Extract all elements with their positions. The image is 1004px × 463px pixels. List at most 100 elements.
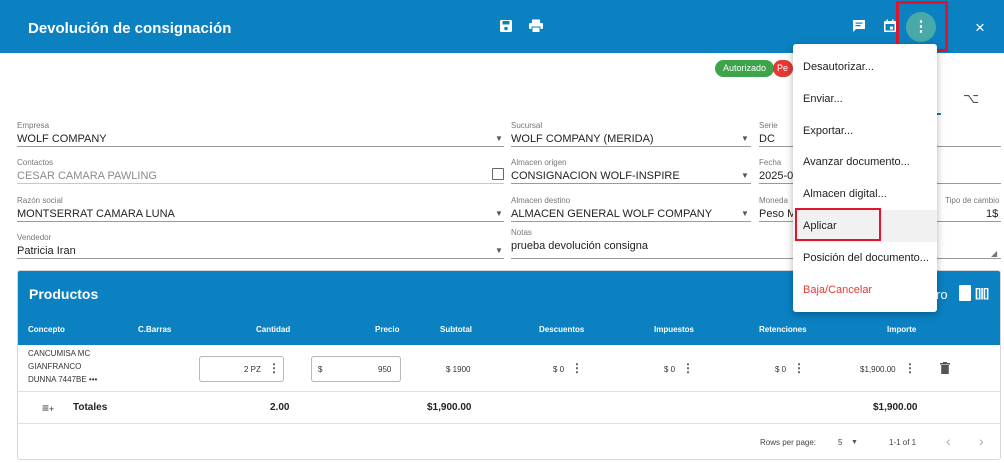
contactos-label: Contactos <box>17 158 54 167</box>
concepto-line-2: GIANFRANCO <box>28 362 82 371</box>
fecha-field[interactable]: 2025-0 <box>759 170 793 182</box>
almacen-destino-dropdown-icon[interactable]: ▼ <box>741 209 749 218</box>
notas-label: Notas <box>511 228 532 237</box>
sucursal-field[interactable]: WOLF COMPANY (MERIDA) <box>511 133 654 145</box>
almacen-destino-underline <box>511 221 751 222</box>
cantidad-value: 2 PZ <box>244 365 261 374</box>
serie-field[interactable]: DC <box>759 133 775 145</box>
vendedor-underline <box>17 258 504 259</box>
precio-currency: $ <box>318 365 323 374</box>
edit-contact-icon[interactable] <box>492 168 504 180</box>
next-page-icon[interactable]: › <box>979 433 984 449</box>
menu-item-exportar[interactable]: Exportar... <box>793 115 937 147</box>
col-retenciones: Retenciones <box>759 325 807 334</box>
notes-icon[interactable] <box>850 19 868 33</box>
menu-item-almacen-digital[interactable]: Almacen digital... <box>793 178 937 210</box>
concepto-line-1: CANCUMISA MC <box>28 349 91 358</box>
razon-social-dropdown-icon[interactable]: ▼ <box>495 209 503 218</box>
descuentos-value: $ 0 <box>553 365 565 374</box>
totals-importe: $1,900.00 <box>873 402 918 413</box>
textarea-resize-icon[interactable]: ◢ <box>991 249 997 258</box>
menu-item-enviar[interactable]: Enviar... <box>793 83 937 115</box>
page-title: Devolución de consignación <box>28 20 232 37</box>
subtotal-value: $ 1900 <box>446 365 471 374</box>
totals-subtotal: $1,900.00 <box>427 402 472 413</box>
delete-icon[interactable] <box>940 362 950 374</box>
moneda-label: Moneda <box>759 196 788 205</box>
notas-field[interactable]: prueba devolución consigna <box>511 240 648 252</box>
tipo-cambio-label: Tipo de cambio <box>945 196 1000 205</box>
tipo-cambio-field[interactable]: 1$ <box>986 208 998 220</box>
cantidad-options-icon[interactable]: ⋮ <box>268 361 280 375</box>
status-badge-authorized: Autorizado <box>715 60 775 77</box>
empresa-label: Empresa <box>17 121 50 130</box>
barcode-scan-icon[interactable]: [|||] <box>975 286 989 300</box>
menu-item-posicion-documento[interactable]: Posición del documento... <box>793 242 937 274</box>
vendedor-dropdown-icon[interactable]: ▼ <box>495 246 503 255</box>
totals-separator <box>18 423 1000 424</box>
row-separator <box>18 391 1000 392</box>
almacen-origen-dropdown-icon[interactable]: ▼ <box>741 171 749 180</box>
sucursal-dropdown-icon[interactable]: ▼ <box>741 134 749 143</box>
almacen-origen-underline <box>511 183 751 184</box>
menu-item-desautorizar[interactable]: Desautorizar... <box>793 51 937 83</box>
impuestos-value: $ 0 <box>664 365 676 374</box>
menu-item-avanzar-documento[interactable]: Avanzar documento... <box>793 146 937 178</box>
status-badge-pending: Pe <box>773 60 793 77</box>
import-excel-icon[interactable] <box>959 285 971 301</box>
almacen-destino-field[interactable]: ALMACEN GENERAL WOLF COMPANY <box>511 208 712 220</box>
rows-per-page-dropdown-icon[interactable]: ▼ <box>851 439 858 446</box>
col-concepto: Concepto <box>28 325 65 334</box>
print-icon[interactable] <box>527 19 545 33</box>
importe-value: $1,900.00 <box>860 365 896 374</box>
razon-social-underline <box>17 221 504 222</box>
precio-value: 950 <box>378 365 392 374</box>
vendedor-field[interactable]: Patricia Iran <box>17 245 76 257</box>
products-title-cut: ro <box>936 287 948 302</box>
totals-label: Totales <box>73 402 108 413</box>
vendedor-label: Vendedor <box>17 233 52 242</box>
empresa-field[interactable]: WOLF COMPANY <box>17 133 107 145</box>
prev-page-icon[interactable]: ‹ <box>946 433 951 449</box>
collapse-icon[interactable]: ⌥ <box>963 90 979 107</box>
moneda-field[interactable]: Peso M <box>759 208 796 220</box>
descuentos-options-icon[interactable]: ⋮ <box>571 361 583 375</box>
almacen-origen-label: Almacen origen <box>511 158 567 167</box>
retenciones-options-icon[interactable]: ⋮ <box>793 361 805 375</box>
highlight-aplicar <box>795 208 881 241</box>
pagination-range: 1-1 of 1 <box>889 438 917 447</box>
sucursal-label: Sucursal <box>511 121 543 130</box>
rows-per-page-select[interactable]: 5 <box>838 438 842 447</box>
menu-item-baja-cancelar[interactable]: Baja/Cancelar <box>793 274 937 306</box>
empresa-dropdown-icon[interactable]: ▼ <box>495 134 503 143</box>
contactos-field[interactable]: CESAR CAMARA PAWLING <box>17 170 157 182</box>
col-subtotal: Subtotal <box>440 325 472 334</box>
razon-social-label: Razón social <box>17 196 63 205</box>
fecha-label: Fecha <box>759 158 782 167</box>
col-impuestos: Impuestos <box>654 325 695 334</box>
empresa-underline <box>17 146 504 147</box>
tab-indicator <box>937 113 941 115</box>
totals-cantidad: 2.00 <box>270 402 290 413</box>
add-row-icon[interactable]: ≡+ <box>42 401 54 415</box>
products-title: Productos <box>29 286 99 302</box>
col-cbarras: C.Barras <box>138 325 172 334</box>
sucursal-underline <box>511 146 751 147</box>
concepto-line-3[interactable]: DUNNA 7447BE ••• <box>28 375 97 384</box>
close-icon[interactable]: × <box>975 18 985 38</box>
col-descuentos: Descuentos <box>539 325 585 334</box>
almacen-destino-label: Almacen destino <box>511 196 571 205</box>
col-importe: Importe <box>887 325 917 334</box>
options-menu: Desautorizar... Enviar... Exportar... Av… <box>793 44 937 312</box>
impuestos-options-icon[interactable]: ⋮ <box>682 361 694 375</box>
almacen-origen-field[interactable]: CONSIGNACION WOLF-INSPIRE <box>511 170 680 182</box>
save-icon[interactable] <box>497 19 515 33</box>
importe-options-icon[interactable]: ⋮ <box>904 361 916 375</box>
col-cantidad: Cantidad <box>256 325 291 334</box>
rows-per-page-label: Rows per page: <box>760 438 817 447</box>
col-precio: Precio <box>375 325 400 334</box>
contactos-underline <box>17 183 504 184</box>
razon-social-field[interactable]: MONTSERRAT CAMARA LUNA <box>17 208 175 220</box>
retenciones-value: $ 0 <box>775 365 787 374</box>
serie-label: Serie <box>759 121 778 130</box>
